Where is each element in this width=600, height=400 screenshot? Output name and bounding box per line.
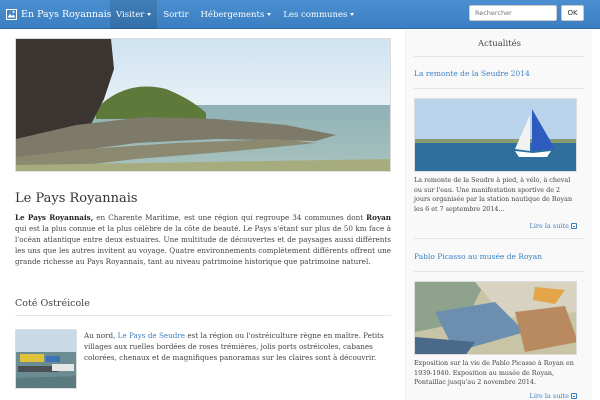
main-content: Le Pays Royannais Le Pays Royannais, en …: [15, 38, 391, 400]
nav-item-sortir[interactable]: Sortir: [157, 0, 194, 29]
sidebar-heading: Actualités: [477, 39, 522, 49]
navbar: En Pays Royannais Visiter Sortir Héberge…: [0, 0, 600, 29]
news-image-picasso[interactable]: [414, 281, 577, 355]
page-title: Le Pays Royannais: [15, 191, 138, 206]
sidebar-divider: [414, 238, 584, 239]
news-title-seudre[interactable]: La remonte de la Seudre 2014: [414, 69, 530, 78]
section-paragraph: Au nord, Le Pays de Seudre est la région…: [84, 331, 384, 362]
nav-menu: Visiter Sortir Hébergements Les communes: [110, 0, 360, 29]
caret-down-icon: [350, 13, 355, 16]
search-input[interactable]: [469, 5, 557, 21]
news-title-picasso[interactable]: Pablo Picasso au musée de Royan: [414, 252, 542, 261]
section-title: Coté Ostréicole: [15, 298, 90, 309]
picture-icon: [6, 9, 17, 20]
plus-square-icon: [571, 393, 577, 399]
news-text-seudre: La remonte de la Seudre à pied, à vélo, …: [414, 176, 573, 213]
oyster-port-thumbnail[interactable]: [15, 329, 77, 389]
intro-bold-royan: Royan: [366, 213, 391, 222]
sidebar-divider: [414, 88, 584, 89]
caret-down-icon: [267, 13, 272, 16]
hero-image: [15, 38, 391, 172]
search-ok-button[interactable]: OK: [561, 5, 584, 21]
nav-item-label: Les communes: [283, 9, 348, 20]
intro-bold-region: Le Pays Royannais,: [15, 213, 94, 222]
nav-item-label: Hébergements: [200, 9, 265, 20]
nav-item-label: Sortir: [163, 9, 189, 20]
news-text-picasso: Exposition sur la vie de Pablo Picasso à…: [414, 359, 574, 386]
pays-de-seudre-link[interactable]: Le Pays de Seudre: [118, 331, 185, 340]
brand-link[interactable]: En Pays Royannais: [6, 6, 112, 23]
nav-item-communes[interactable]: Les communes: [277, 0, 360, 29]
news-sidebar: Actualités La remonte de la Seudre 2014 …: [405, 30, 592, 400]
intro-paragraph: Le Pays Royannais, en Charente Maritime,…: [15, 213, 391, 266]
news-image-sailboat[interactable]: [414, 98, 577, 172]
sidebar-divider: [414, 56, 584, 57]
section-divider: [15, 315, 391, 316]
nav-item-hebergements[interactable]: Hébergements: [195, 0, 278, 29]
sidebar-divider: [414, 271, 584, 272]
read-more-link[interactable]: Lire la suite: [414, 392, 577, 400]
plus-square-icon: [571, 223, 577, 229]
nav-item-label: Visiter: [116, 9, 145, 20]
read-more-link[interactable]: Lire la suite: [414, 222, 577, 230]
brand-label: En Pays Royannais: [21, 9, 112, 20]
caret-down-icon: [147, 13, 152, 16]
nav-item-visiter[interactable]: Visiter: [110, 0, 158, 29]
